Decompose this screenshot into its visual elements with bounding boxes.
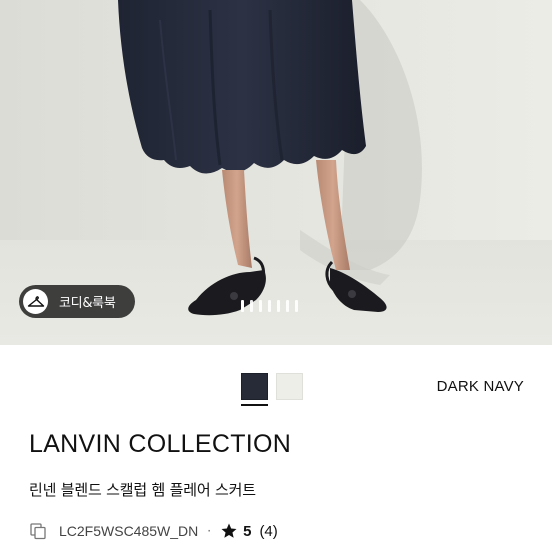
pager-dot[interactable] bbox=[241, 300, 244, 312]
copy-icon[interactable] bbox=[29, 522, 47, 540]
pager-dot[interactable] bbox=[268, 300, 271, 312]
product-sku: LC2F5WSC485W_DN bbox=[59, 523, 199, 539]
hanger-icon bbox=[23, 289, 48, 314]
star-icon bbox=[220, 522, 238, 540]
review-count[interactable]: (4) bbox=[259, 523, 277, 540]
pager-dot[interactable] bbox=[277, 300, 280, 312]
pager-dot[interactable] bbox=[286, 300, 289, 312]
pager-dot[interactable] bbox=[259, 300, 262, 312]
selected-color-label: DARK NAVY bbox=[436, 378, 524, 395]
selected-swatch-indicator bbox=[241, 404, 268, 406]
product-title: 린넨 블렌드 스캘럽 헴 플레어 스커트 bbox=[29, 481, 256, 499]
product-image[interactable]: 코디&룩북 bbox=[0, 0, 552, 345]
coordi-lookbook-label: 코디&룩북 bbox=[59, 296, 116, 311]
image-pager[interactable] bbox=[241, 300, 298, 312]
brand-name[interactable]: LANVIN COLLECTION bbox=[29, 430, 291, 459]
coordi-lookbook-button[interactable]: 코디&룩북 bbox=[19, 285, 135, 318]
separator-dot: · bbox=[207, 524, 212, 538]
rating-value[interactable]: 5 bbox=[243, 523, 251, 540]
pager-dot[interactable] bbox=[250, 300, 253, 312]
product-meta-row: LC2F5WSC485W_DN · 5 (4) bbox=[29, 520, 278, 542]
pager-dot[interactable] bbox=[295, 300, 298, 312]
color-swatch-dark-navy[interactable] bbox=[241, 373, 268, 400]
color-swatch-ivory[interactable] bbox=[276, 373, 303, 400]
